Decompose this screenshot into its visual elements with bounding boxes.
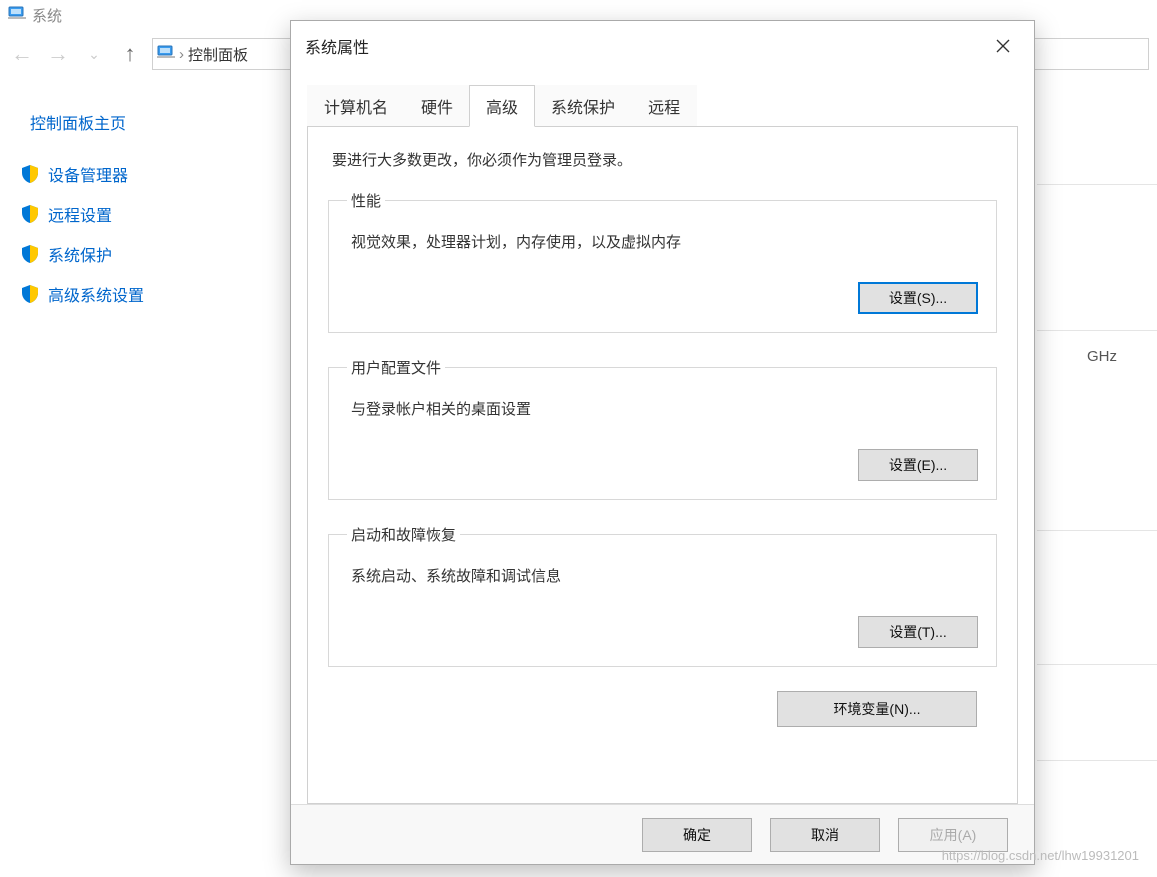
shield-icon: [20, 284, 40, 304]
tab-advanced[interactable]: 高级: [469, 85, 535, 127]
sidebar-item-remote[interactable]: 远程设置: [20, 194, 270, 234]
startup-settings-button[interactable]: 设置(T)...: [858, 616, 978, 648]
performance-group: 性能 视觉效果，处理器计划，内存使用，以及虚拟内存 设置(S)...: [328, 190, 997, 333]
computer-icon: [8, 6, 32, 24]
bg-title: 系统: [32, 5, 62, 26]
sidebar-item-label: 系统保护: [48, 242, 112, 266]
apply-button[interactable]: 应用(A): [898, 818, 1008, 852]
startup-legend: 启动和故障恢复: [347, 524, 460, 545]
admin-note: 要进行大多数更改，你必须作为管理员登录。: [328, 149, 997, 170]
tab-bar: 计算机名 硬件 高级 系统保护 远程: [307, 85, 1018, 127]
dialog-titlebar: 系统属性: [291, 21, 1034, 71]
profiles-desc: 与登录帐户相关的桌面设置: [347, 394, 978, 449]
cancel-button[interactable]: 取消: [770, 818, 880, 852]
tab-content: 要进行大多数更改，你必须作为管理员登录。 性能 视觉效果，处理器计划，内存使用，…: [307, 127, 1018, 804]
startup-group: 启动和故障恢复 系统启动、系统故障和调试信息 设置(T)...: [328, 524, 997, 667]
profiles-group: 用户配置文件 与登录帐户相关的桌面设置 设置(E)...: [328, 357, 997, 500]
env-vars-button[interactable]: 环境变量(N)...: [777, 691, 977, 727]
dialog-button-row: 确定 取消 应用(A): [291, 804, 1034, 864]
sidebar-item-device-manager[interactable]: 设备管理器: [20, 154, 270, 194]
sidebar-item-protection[interactable]: 系统保护: [20, 234, 270, 274]
ok-button[interactable]: 确定: [642, 818, 752, 852]
sidebar: 控制面板主页 设备管理器 远程设置 系统保护 高级系统设置: [20, 100, 270, 314]
startup-desc: 系统启动、系统故障和调试信息: [347, 561, 978, 616]
tab-remote[interactable]: 远程: [631, 85, 697, 126]
nav-up-icon[interactable]: ↑: [116, 40, 144, 68]
profiles-legend: 用户配置文件: [347, 357, 445, 378]
dialog-title: 系统属性: [305, 34, 369, 58]
breadcrumb-item: 控制面板: [188, 44, 248, 65]
sidebar-item-label: 远程设置: [48, 202, 112, 226]
performance-desc: 视觉效果，处理器计划，内存使用，以及虚拟内存: [347, 227, 978, 282]
nav-back-icon[interactable]: ←: [8, 40, 36, 68]
tab-protection[interactable]: 系统保护: [534, 85, 632, 126]
chevron-down-icon[interactable]: ⌄: [80, 40, 108, 68]
shield-icon: [20, 164, 40, 184]
close-button[interactable]: [986, 31, 1020, 61]
performance-settings-button[interactable]: 设置(S)...: [858, 282, 978, 314]
system-properties-dialog: 系统属性 计算机名 硬件 高级 系统保护 远程 要进行大多数更改，你必须作为管理…: [290, 20, 1035, 865]
tab-computer-name[interactable]: 计算机名: [307, 85, 405, 126]
sidebar-item-advanced[interactable]: 高级系统设置: [20, 274, 270, 314]
sidebar-item-label: 设备管理器: [48, 162, 128, 186]
tab-hardware[interactable]: 硬件: [404, 85, 470, 126]
profiles-settings-button[interactable]: 设置(E)...: [858, 449, 978, 481]
computer-icon: [157, 45, 175, 63]
sidebar-home[interactable]: 控制面板主页: [20, 100, 270, 154]
nav-forward-icon[interactable]: →: [44, 40, 72, 68]
performance-legend: 性能: [347, 190, 385, 211]
dialog-body: 计算机名 硬件 高级 系统保护 远程 要进行大多数更改，你必须作为管理员登录。 …: [291, 71, 1034, 804]
shield-icon: [20, 204, 40, 224]
sidebar-item-label: 高级系统设置: [48, 282, 144, 306]
shield-icon: [20, 244, 40, 264]
bg-partial-spec: GHz: [1087, 348, 1117, 365]
close-icon: [996, 39, 1010, 53]
